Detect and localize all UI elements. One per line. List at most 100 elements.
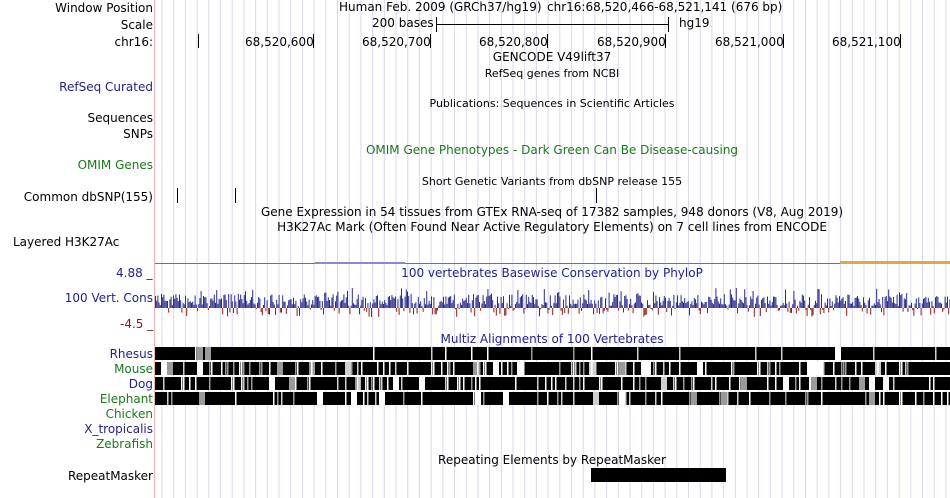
- alignment-gap: [673, 377, 675, 390]
- species-label-dog[interactable]: Dog: [129, 377, 153, 391]
- h3k27ac-signal-peak: [840, 261, 950, 264]
- position-readout[interactable]: chr16:68,520,466-68,521,141 (676 bp): [547, 0, 782, 14]
- cons-bar: [758, 304, 760, 308]
- species-label-x-tropicalis[interactable]: X_tropicalis: [84, 422, 153, 436]
- multiz-alignment-blocks[interactable]: [155, 346, 950, 408]
- cons-bar: [669, 300, 671, 308]
- gencode-track-title[interactable]: GENCODE V49lift37: [493, 51, 611, 64]
- cons-label[interactable]: 100 Vert. Cons: [65, 291, 153, 305]
- refseq-label[interactable]: RefSeq Curated: [59, 80, 153, 94]
- species-label-elephant[interactable]: Elephant: [100, 392, 153, 406]
- alignment-gap: [449, 362, 451, 375]
- cons-bar: [264, 297, 266, 308]
- conservation-wiggle[interactable]: [155, 278, 950, 324]
- cons-bar: [235, 301, 237, 308]
- cons-bar: [450, 296, 452, 308]
- cons-bar: [456, 308, 458, 317]
- alignment-gap: [273, 392, 275, 405]
- cons-bar: [921, 303, 923, 308]
- cons-bar: [595, 303, 597, 308]
- cons-bar: [489, 295, 491, 308]
- alignment-gap: [573, 392, 575, 405]
- cons-bar: [408, 295, 410, 308]
- cons-bar: [625, 295, 627, 308]
- cons-bar: [225, 300, 227, 308]
- alignment-gap: [295, 362, 297, 375]
- cons-bar: [663, 296, 665, 308]
- alignment-gap: [295, 377, 297, 390]
- repeatmasker-track-title[interactable]: Repeating Elements by RepeatMasker: [438, 454, 666, 467]
- species-label-chicken[interactable]: Chicken: [106, 407, 153, 421]
- cons-bar: [367, 303, 369, 308]
- cons-bar: [249, 300, 251, 308]
- cons-bar: [705, 302, 707, 308]
- chrom-label: chr16:: [114, 35, 153, 49]
- cons-bar: [661, 305, 663, 308]
- cons-bar: [321, 301, 323, 308]
- cons-bar: [761, 299, 762, 308]
- cons-bar: [889, 296, 891, 308]
- cons-bar: [392, 297, 394, 308]
- cons-bar: [665, 297, 666, 308]
- cons-bar: [722, 304, 724, 308]
- snps-label[interactable]: SNPs: [123, 127, 153, 141]
- publications-track-title[interactable]: Publications: Sequences in Scientific Ar…: [430, 97, 675, 110]
- h3k27ac-signal[interactable]: [155, 263, 950, 264]
- cons-bar: [861, 308, 863, 312]
- snp-marker[interactable]: [177, 188, 178, 203]
- species-label-zebrafish[interactable]: Zebrafish: [96, 437, 153, 451]
- alignment-gap: [691, 377, 693, 390]
- cons-bar: [305, 297, 306, 308]
- cons-bar: [539, 308, 540, 317]
- species-label-mouse[interactable]: Mouse: [114, 362, 153, 376]
- alignment-gap: [377, 362, 379, 375]
- cons-bar: [752, 291, 754, 308]
- gtex-track-title[interactable]: Gene Expression in 54 tissues from GTEx …: [261, 206, 843, 219]
- cons-bar: [840, 300, 842, 308]
- h3k27ac-label[interactable]: Layered H3K27Ac: [13, 235, 119, 249]
- omim-label[interactable]: OMIM Genes: [78, 158, 153, 172]
- refseq-track-title[interactable]: RefSeq genes from NCBI: [485, 67, 620, 80]
- repeatmasker-label[interactable]: RepeatMasker: [68, 469, 153, 483]
- alignment-gap: [885, 362, 887, 375]
- cons-bar: [617, 294, 618, 308]
- cons-bar: [601, 296, 603, 308]
- alignment-gap: [431, 347, 433, 360]
- cons-bar: [864, 302, 866, 308]
- cons-bar: [627, 308, 629, 311]
- alignment-gap: [811, 377, 817, 390]
- alignment-gap: [845, 362, 847, 375]
- snp-marker[interactable]: [235, 188, 236, 203]
- species-label-rhesus[interactable]: Rhesus: [110, 347, 153, 361]
- cons-bar: [308, 299, 310, 308]
- alignment-gap: [479, 362, 481, 375]
- h3k27ac-track-title[interactable]: H3K27Ac Mark (Often Found Near Active Re…: [277, 221, 827, 234]
- alignment-gap: [357, 362, 359, 375]
- cons-bar: [907, 308, 909, 312]
- cons-bar: [576, 303, 578, 308]
- repeat-element-block[interactable]: [591, 468, 726, 482]
- multiz-track-title[interactable]: Multiz Alignments of 100 Vertebrates: [440, 333, 663, 346]
- cons-bar: [391, 295, 393, 308]
- cons-bar: [578, 308, 580, 314]
- alignment-gap: [833, 362, 835, 375]
- cons-bar: [231, 301, 233, 308]
- omim-track-title[interactable]: OMIM Gene Phenotypes - Dark Green Can Be…: [366, 144, 738, 157]
- cons-bar: [860, 305, 862, 308]
- dbsnp-label[interactable]: Common dbSNP(155): [24, 190, 153, 204]
- cons-bar: [293, 297, 294, 308]
- alignment-gap: [601, 377, 603, 390]
- cons-bar: [480, 308, 482, 311]
- alignment-gap: [855, 362, 857, 375]
- cons-bar: [167, 300, 168, 308]
- alignment-gap: [183, 377, 185, 390]
- cons-bar: [357, 294, 359, 308]
- sequences-label[interactable]: Sequences: [88, 111, 153, 125]
- dbsnp-track-title[interactable]: Short Genetic Variants from dbSNP releas…: [422, 175, 682, 188]
- snp-marker[interactable]: [596, 188, 597, 203]
- alignment-gap: [737, 392, 739, 405]
- alignment-gap: [419, 377, 425, 390]
- cons-bar: [833, 308, 834, 311]
- alignment-gap: [445, 347, 447, 360]
- cons-bar: [696, 303, 698, 308]
